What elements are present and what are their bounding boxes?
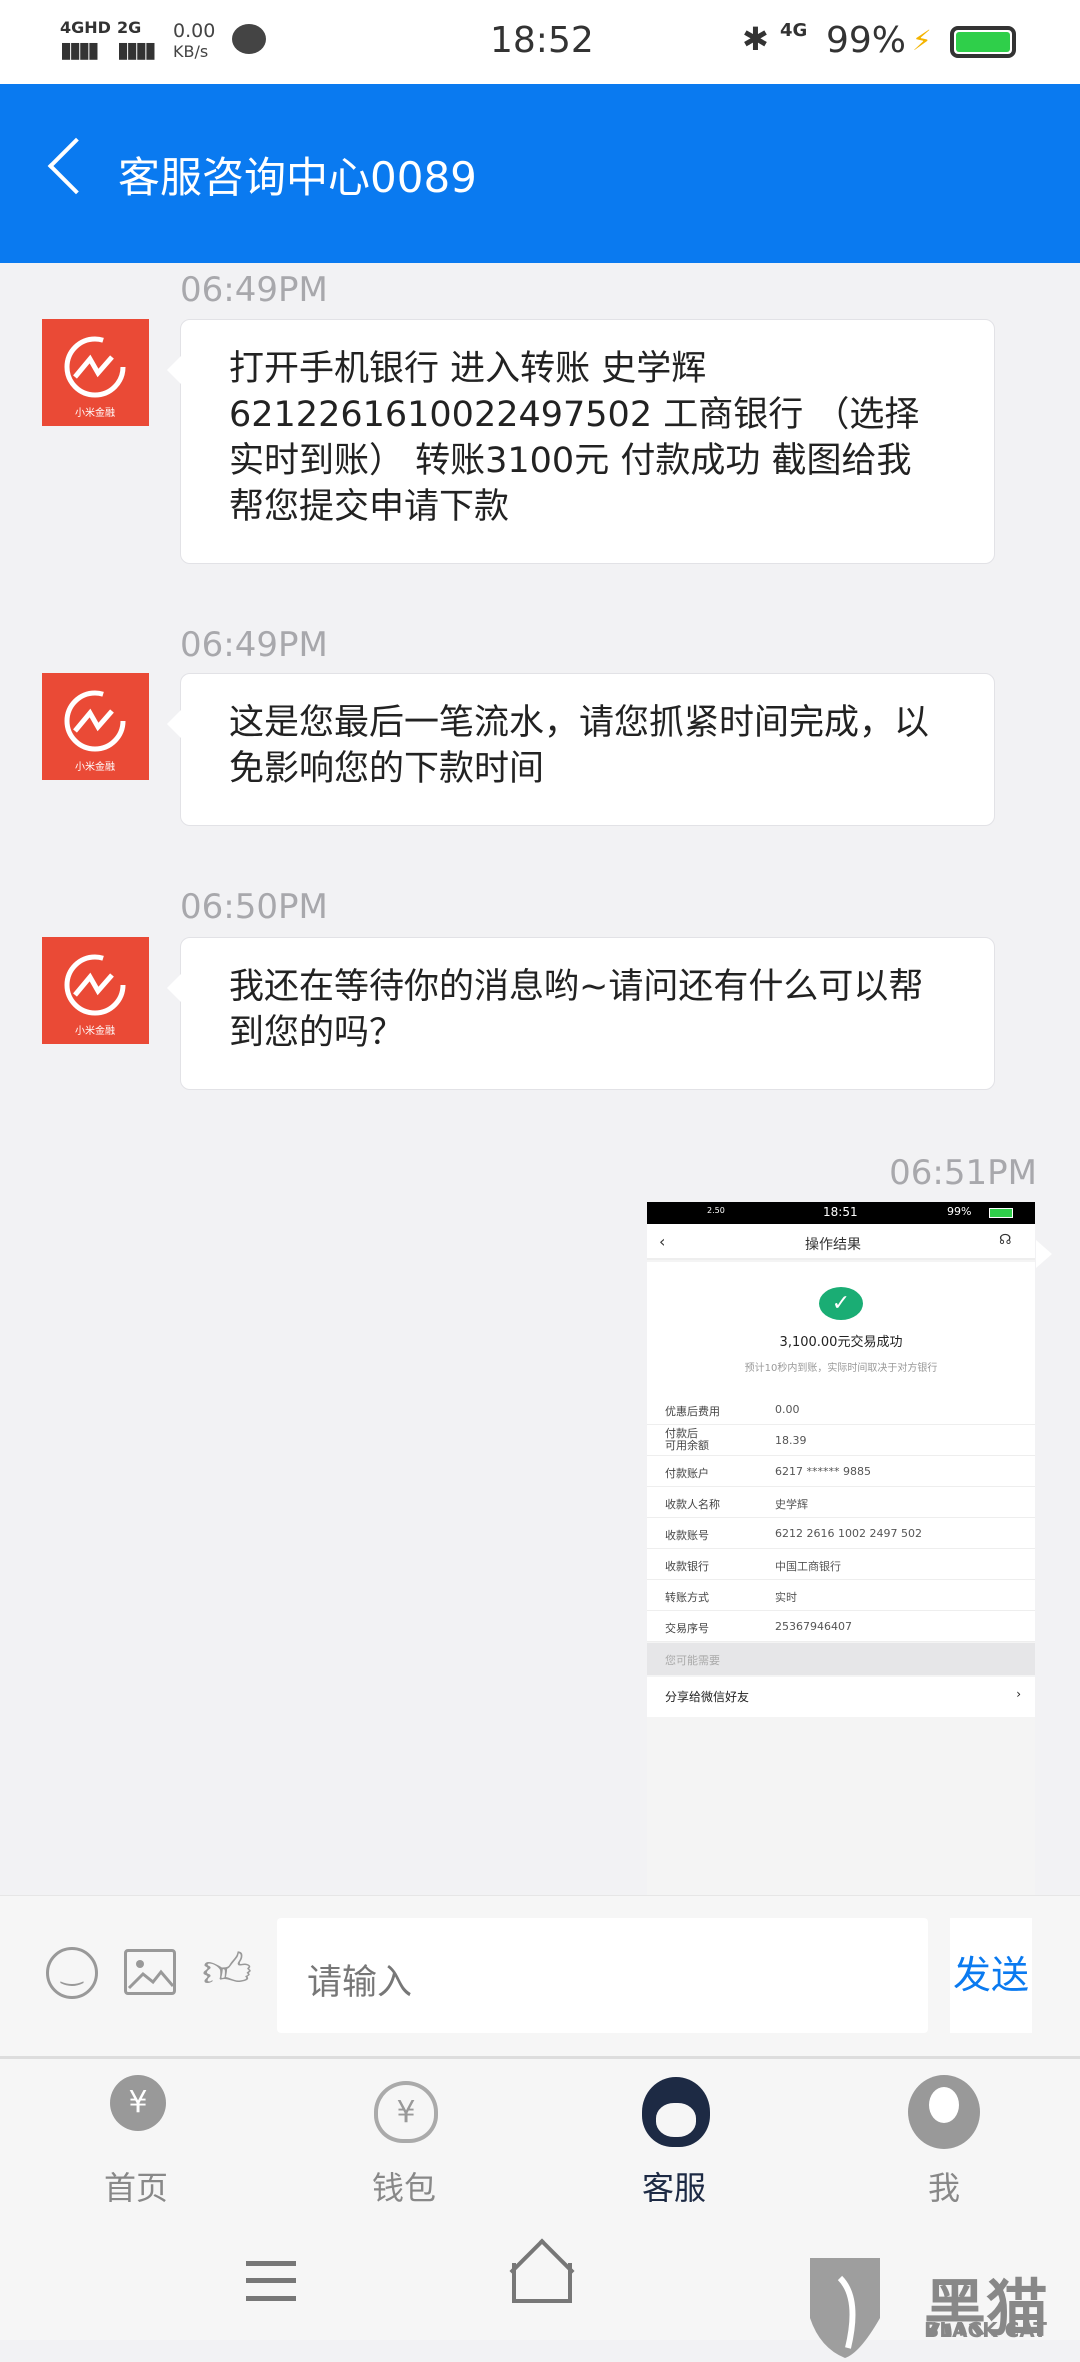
svg-text:小米金融: 小米金融 <box>75 1024 115 1037</box>
receipt-section: 您可能需要 <box>647 1643 1035 1675</box>
agent-avatar: 小米金融 <box>42 673 149 780</box>
xiaomi-finance-logo: 小米金融 <box>64 954 126 1037</box>
message-icon <box>232 24 266 54</box>
message-timestamp: 06:50PM <box>180 887 328 927</box>
message-timestamp: 06:49PM <box>180 270 328 310</box>
status-bar: 4GHD ▮▮▮▮ 2G ▮▮▮▮ 0.00 KB/s 18:52 ✱ 4G 9… <box>0 0 1080 84</box>
back-button[interactable] <box>47 137 105 195</box>
battery-percent: 99% <box>826 20 907 61</box>
message-bubble: 打开手机银行 进入转账 史学辉 6212261610022497502 工商银行… <box>167 319 995 564</box>
receipt-row: 付款后 可用余额 18.39 <box>647 1425 1035 1456</box>
receipt-row: 转账方式 实时 <box>647 1580 1035 1611</box>
xiaomi-finance-logo: 小米金融 <box>64 336 126 419</box>
customer-service-icon <box>642 2077 710 2147</box>
emoji-button[interactable]: ‿ <box>46 1947 98 1999</box>
receipt-row: 付款账户 6217 ****** 9885 <box>647 1456 1035 1487</box>
profile-icon <box>908 2075 980 2149</box>
message-timestamp: 06:49PM <box>180 625 328 665</box>
menu-nav-button[interactable] <box>246 2261 296 2301</box>
clock: 18:52 <box>490 20 594 61</box>
agent-avatar: 小米金融 <box>42 319 149 426</box>
watermark-sub: BLACK CAT <box>924 2318 1047 2342</box>
tab-home[interactable]: ¥ 首页 <box>36 2059 236 2226</box>
speed-unit: KB/s <box>173 42 209 61</box>
svg-text:小米金融: 小米金融 <box>75 760 115 773</box>
receipt-row: 收款银行 中国工商银行 <box>647 1549 1035 1580</box>
bubble-tail <box>1036 1240 1052 1268</box>
tab-me[interactable]: 我 <box>844 2059 1044 2226</box>
network-right: 4G <box>780 20 808 41</box>
charging-icon: ⚡ <box>912 24 932 57</box>
receipt-row: 收款人名称 史学辉 <box>647 1487 1035 1518</box>
send-button[interactable]: 发送 <box>950 1918 1032 2033</box>
battery-icon <box>950 26 1016 58</box>
wallet-icon: ¥ <box>374 2081 438 2143</box>
network-2g: 2G <box>117 18 142 37</box>
black-cat-watermark-logo <box>800 2258 900 2358</box>
agent-avatar: 小米金融 <box>42 937 149 1044</box>
system-nav-bar: 黑猫 BLACK CAT <box>0 2223 1080 2358</box>
message-input[interactable]: 请输入 <box>277 1918 928 2033</box>
chat-header: 客服咨询中心0089 <box>0 84 1080 263</box>
sent-image-receipt[interactable]: 2.50 18:51 99% ‹ 操作结果 ☊ ✓ 3,100.00元交易成功 … <box>647 1202 1035 1895</box>
receipt-status-bar: 2.50 18:51 99% <box>647 1202 1035 1224</box>
home-yen-icon: ¥ <box>110 2075 166 2131</box>
input-bar: ‿ 👍︎ 请输入 发送 <box>0 1895 1080 2056</box>
message-bubble: 我还在等待你的消息哟~请问还有什么可以帮到您的吗？ <box>167 937 995 1090</box>
receipt-row: 优惠后费用 0.00 <box>647 1394 1035 1425</box>
tab-bar: ¥ 首页 ¥ 钱包 客服 我 <box>0 2056 1080 2223</box>
share-row: 分享给微信好友 › <box>647 1677 1035 1717</box>
bluetooth-icon: ✱ <box>742 20 769 58</box>
xiaomi-finance-logo: 小米金融 <box>64 690 126 773</box>
message-bubble: 这是您最后一笔流水，请您抓紧时间完成，以免影响您的下款时间 <box>167 673 995 826</box>
headset-icon: ☊ <box>999 1232 1012 1248</box>
svg-text:小米金融: 小米金融 <box>75 406 115 419</box>
like-button[interactable]: 👍︎ <box>202 1942 252 2000</box>
page-title: 客服咨询中心0089 <box>118 153 477 202</box>
receipt-header: ‹ 操作结果 ☊ <box>647 1224 1035 1260</box>
signal-icon-2: ▮▮▮▮ <box>117 38 156 63</box>
receipt-row: 收款账号 6212 2616 1002 2497 502 <box>647 1518 1035 1549</box>
network-4g: 4GHD <box>60 18 111 37</box>
signal-icon-1: ▮▮▮▮ <box>60 38 99 63</box>
receipt-result: ✓ 3,100.00元交易成功 预计10秒内到账，实际时间取决于对方银行 <box>647 1262 1035 1396</box>
tab-wallet[interactable]: ¥ 钱包 <box>304 2059 504 2226</box>
speed: 0.00 <box>173 20 216 42</box>
image-button[interactable] <box>124 1949 176 1995</box>
message-timestamp: 06:51PM <box>889 1153 1037 1193</box>
tab-customer-service[interactable]: 客服 <box>574 2059 774 2226</box>
receipt-row: 交易序号 25367946407 <box>647 1611 1035 1642</box>
success-check-icon: ✓ <box>819 1287 863 1320</box>
